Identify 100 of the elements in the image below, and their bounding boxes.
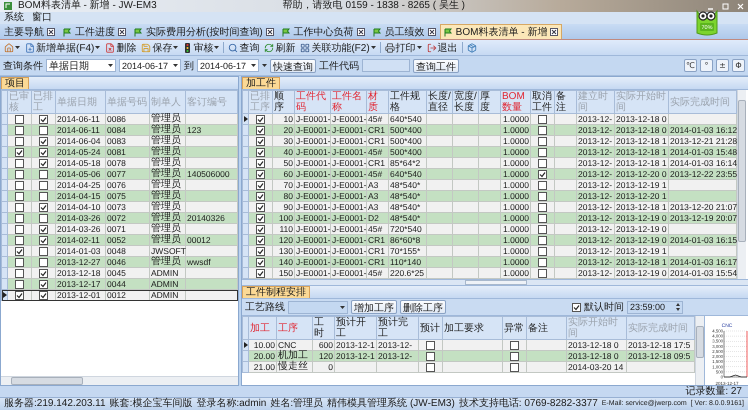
condition-select[interactable]: 单据日期: [46, 59, 116, 72]
column-header[interactable]: 备注: [526, 316, 566, 340]
checkbox[interactable]: [256, 236, 265, 244]
panel-tab[interactable]: 工件制程安排: [242, 286, 310, 298]
table-row[interactable]: 2014-04-15 0075 管理员: [2, 190, 238, 202]
tab-label[interactable]: 实际费用分析(按时间查询): [146, 25, 263, 39]
checkbox[interactable]: [15, 280, 24, 288]
checkbox[interactable]: [39, 180, 48, 190]
close-icon[interactable]: [266, 28, 274, 36]
horizontal-scrollbar[interactable]: [1, 376, 238, 385]
checkbox[interactable]: [538, 126, 547, 134]
time-field[interactable]: 23:59:00: [627, 300, 683, 314]
tab-label[interactable]: 员工绩效: [384, 25, 425, 39]
checkbox[interactable]: [15, 126, 24, 134]
table-row[interactable]: 2014-06-11 0084 管理员 123: [2, 124, 238, 136]
checkbox[interactable]: [256, 158, 265, 168]
tab-label[interactable]: 工作中心负荷: [294, 25, 354, 39]
package-icon[interactable]: [466, 40, 478, 54]
add-step-button[interactable]: 增加工序: [351, 300, 397, 314]
checkbox[interactable]: [510, 340, 519, 350]
table-row[interactable]: 2013-12-01 0012 ADMIN: [2, 290, 238, 300]
row-header[interactable]: [2, 290, 8, 300]
checkbox[interactable]: [538, 214, 547, 222]
vertical-scrollbar[interactable]: [695, 316, 704, 385]
table-row[interactable]: 50 J-E0001- J-E0001- CR1 85*64*2 1.0000 2013-12- 2013-12-18 1 2014-01-03 16:14: [242, 158, 736, 168]
symbol-button[interactable]: ±: [716, 59, 729, 72]
symbol-button[interactable]: ℃: [684, 59, 697, 72]
table-row[interactable]: 40 J-E0001- J-E0001- 45# 500*400 1.0000 2013-12- 2013-12-18 1 2014-01-03 15:48: [242, 146, 736, 158]
checkbox[interactable]: [256, 224, 265, 234]
table-row[interactable]: 2014-05-18 0078 管理员: [2, 158, 238, 168]
tab-label[interactable]: 主要导航: [4, 25, 44, 39]
toolbar-button[interactable]: 保存: [140, 40, 180, 54]
column-header[interactable]: 工件名称: [330, 90, 366, 114]
checkbox[interactable]: [15, 180, 24, 190]
toolbar-button[interactable]: 查询: [227, 40, 260, 54]
table-row[interactable]: 130 J-E0001- J-E0001- CR1 70*155* 1.0000 2013-12- 2013-12-19 1: [242, 246, 736, 256]
tab[interactable]: 员工绩效: [368, 24, 440, 39]
checkbox[interactable]: [39, 246, 48, 256]
table-row[interactable]: 80 J-E0001- J-E0001- A3 48*540* 1.0000 2013-12- 2013-12-20 1: [242, 190, 736, 202]
checkbox[interactable]: [39, 170, 48, 178]
caret-icon[interactable]: [173, 46, 178, 49]
checkbox[interactable]: [39, 290, 48, 300]
column-header[interactable]: 取消工件: [530, 90, 554, 114]
tab[interactable]: 工作中心负荷: [278, 24, 369, 39]
delete-step-button[interactable]: 删除工序: [400, 300, 446, 314]
checkbox[interactable]: [256, 126, 265, 134]
table-row[interactable]: 100 J-E0001- J-E0001- D2 48*540* 1.0000 2013-12- 2013-12-19 0 2013-12-19 20:07: [242, 212, 736, 224]
row-header[interactable]: [242, 114, 248, 124]
table-row[interactable]: 120 J-E0001- J-E0001- CR1 86*60*8 1.0000 2013-12- 2013-12-19 0 2014-01-03 16:15: [242, 234, 736, 246]
checkbox[interactable]: [39, 126, 48, 134]
date-field[interactable]: 2014-06-17: [197, 59, 259, 72]
table-row[interactable]: 2013-12-27 0046 管理员 wwsdf: [2, 256, 238, 268]
column-header[interactable]: 工件规格: [388, 90, 426, 114]
checkbox[interactable]: [538, 192, 547, 200]
toolbar-button[interactable]: 打印: [384, 40, 423, 54]
checkbox[interactable]: [426, 340, 435, 350]
table-row[interactable]: 2014-06-04 0083 管理员: [2, 136, 238, 146]
checkbox[interactable]: [15, 258, 24, 266]
caret-icon[interactable]: [214, 46, 220, 49]
checkbox[interactable]: [39, 268, 48, 278]
column-header[interactable]: 顺序: [272, 90, 294, 114]
toolbar-button[interactable]: 退出: [426, 40, 459, 54]
table-row[interactable]: 20.00 机加工 120 2013-12-1 2013-12- 2013-12-18 0 2013-12-18 09:5: [242, 350, 694, 362]
table-row[interactable]: 21.00 慢走丝 0 2014-03-20 14: [242, 362, 694, 372]
checkbox[interactable]: [572, 302, 581, 312]
table-row[interactable]: 90 J-E0001- J-E0001- A3 48*540* 1.0000 2013-12- 2013-12-18 1 2013-12-20 21:07: [242, 202, 736, 212]
table-row[interactable]: 10 J-E0001- J-E0001- 45# 640*540 1.0000 2013-12- 2013-12-18 0: [242, 114, 736, 124]
checkbox[interactable]: [15, 214, 24, 222]
checkbox[interactable]: [15, 202, 24, 212]
spinner-icon[interactable]: [676, 303, 680, 311]
checkbox[interactable]: [256, 202, 265, 212]
table-row[interactable]: 2013-12-17 0044 ADMIN: [2, 278, 238, 290]
checkbox[interactable]: [538, 236, 547, 244]
panel-tab[interactable]: 项目: [1, 77, 29, 89]
checkbox[interactable]: [39, 136, 48, 146]
checkbox[interactable]: [256, 136, 265, 146]
checkbox[interactable]: [39, 236, 48, 244]
checkbox[interactable]: [15, 136, 24, 146]
checkbox[interactable]: [538, 180, 547, 190]
table-row[interactable]: 2014-02-11 0052 管理员 00012: [2, 234, 238, 246]
tab[interactable]: 实际费用分析(按时间查询): [130, 24, 278, 39]
symbol-button[interactable]: °: [700, 59, 713, 72]
table-row[interactable]: 2014-06-11 0086 管理员: [2, 114, 238, 124]
checkbox[interactable]: [538, 258, 547, 266]
table-row[interactable]: 2014-01-03 0048 JWSOFT: [2, 246, 238, 256]
close-icon[interactable]: [47, 28, 55, 36]
caret-icon[interactable]: [340, 306, 345, 308]
column-header[interactable]: 材质: [366, 90, 388, 114]
table-row[interactable]: 2014-04-10 0073 管理员: [2, 202, 238, 212]
table-row[interactable]: 60 J-E0001- J-E0001- 45# 640*540 1.0000 2013-12- 2013-12-20 0 2013-12-22 23:55: [242, 168, 736, 180]
toolbar-button[interactable]: 关联功能(F2): [299, 40, 377, 54]
close-icon[interactable]: [118, 28, 126, 36]
checkbox[interactable]: [39, 214, 48, 222]
caret-icon[interactable]: [173, 64, 178, 67]
checkbox[interactable]: [39, 224, 48, 234]
checkbox[interactable]: [15, 114, 24, 124]
checkbox[interactable]: [256, 170, 265, 178]
checkbox[interactable]: [39, 114, 48, 124]
maximize-icon[interactable]: [722, 2, 729, 10]
home-icon[interactable]: [3, 40, 21, 54]
